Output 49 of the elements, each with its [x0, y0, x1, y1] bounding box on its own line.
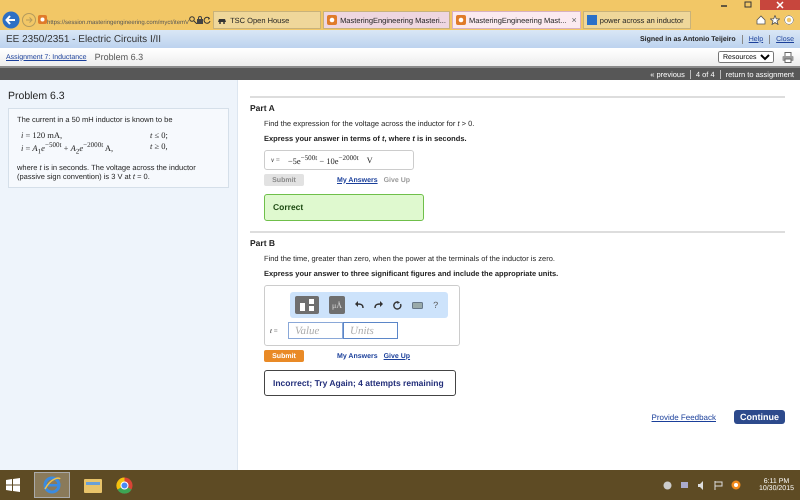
redo-icon[interactable]	[374, 301, 384, 309]
app-tray-icon[interactable]	[730, 480, 741, 490]
refresh-icon[interactable]	[203, 16, 212, 24]
help-button[interactable]: ?	[433, 300, 438, 310]
car-icon	[217, 16, 228, 24]
tab-close-button[interactable]: ×	[572, 15, 577, 25]
folder-icon[interactable]	[84, 477, 102, 493]
tray-icon[interactable]	[662, 480, 672, 490]
reset-icon[interactable]	[393, 300, 402, 310]
pr-icon	[586, 15, 597, 25]
chrome-icon[interactable]	[116, 476, 133, 494]
windows-logo-icon[interactable]	[6, 478, 20, 492]
site-icon	[456, 15, 466, 25]
value-field[interactable]: Value	[288, 322, 343, 339]
undo-icon[interactable]	[355, 301, 364, 309]
equation: i = 120 mA,	[21, 130, 64, 140]
problem-title: Problem 6.3	[8, 90, 66, 102]
units-button[interactable]: μÅ	[329, 296, 346, 314]
incorrect-feedback: Incorrect; Try Again; 4 attempts remaining	[264, 370, 456, 396]
equation-condition: t ≤ 0;	[150, 130, 168, 140]
back-icon[interactable]	[2, 11, 20, 29]
flag-icon[interactable]	[714, 480, 723, 490]
search-icon[interactable]	[189, 16, 198, 24]
template-button[interactable]	[295, 296, 319, 314]
keyboard-icon[interactable]	[412, 302, 424, 308]
printer-icon[interactable]	[782, 52, 794, 62]
breadcrumb-current: Problem 6.3	[94, 52, 144, 62]
settings-icon[interactable]	[784, 15, 794, 25]
star-icon[interactable]	[770, 15, 780, 25]
close-icon[interactable]	[760, 0, 800, 10]
course-title: EE 2350/2351 - Electric Circuits I/II	[6, 34, 162, 44]
browser-e-icon	[43, 476, 61, 494]
home-icon[interactable]	[756, 15, 766, 25]
feedback-link[interactable]: Provide Feedback	[652, 412, 716, 422]
answer-expression: −5e$^{−500t}$ − 10e$^{−2000t}$	[288, 154, 359, 166]
answer-unit: V	[366, 155, 373, 165]
part-title: Part B	[250, 238, 276, 248]
speaker-icon[interactable]	[696, 480, 706, 490]
continue-button[interactable]: Continue	[734, 410, 785, 424]
lock-icon	[197, 16, 204, 24]
site-icon	[38, 14, 47, 24]
units-field[interactable]: Units	[343, 322, 398, 339]
site-icon	[327, 15, 338, 25]
network-icon[interactable]	[680, 480, 689, 490]
template-icon	[300, 299, 314, 311]
part-title: Part A	[250, 103, 276, 113]
correct-feedback: Correct	[264, 194, 424, 221]
equation-condition: t ≥ 0,	[150, 141, 168, 153]
equation: i = A$_{1}$e$^{−500t}$ + A$_{2}$e$^{−2000t}$ A,	[21, 141, 114, 156]
